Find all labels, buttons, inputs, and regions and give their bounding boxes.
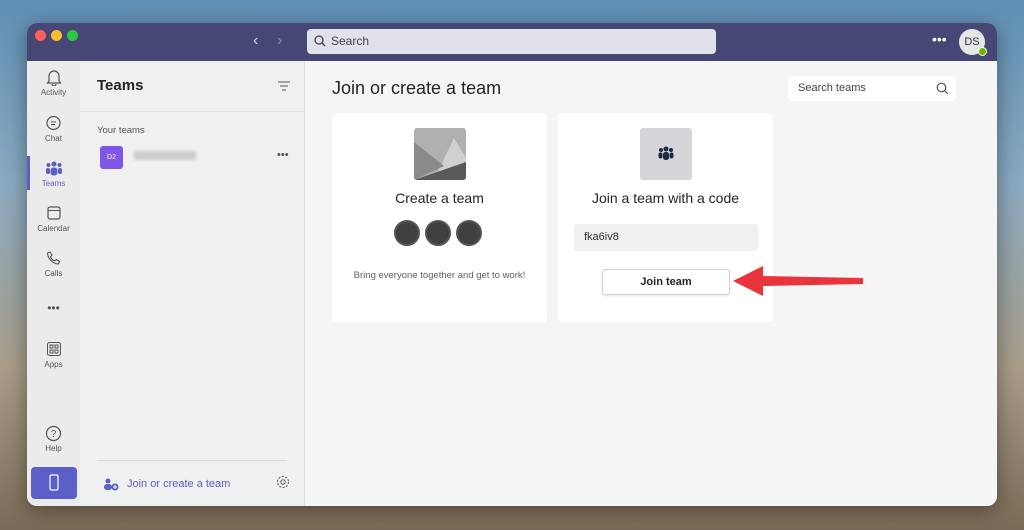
avatar-initials: DS — [964, 36, 980, 48]
card-description: Bring everyone together and get to work! — [353, 270, 526, 281]
rail-item-teams[interactable]: Teams — [27, 156, 80, 190]
create-team-image — [414, 128, 466, 180]
more-options-icon[interactable]: ••• — [932, 31, 947, 47]
card-title: Join a team with a code — [591, 190, 740, 206]
divider — [97, 460, 287, 461]
teams-sidebar: Teams Your teams D2 ••• Join or create a… — [80, 61, 305, 506]
rail-label: Activity — [40, 88, 67, 97]
zoom-window-button[interactable] — [67, 30, 78, 41]
divider — [80, 111, 304, 112]
rail-label: Calendar — [37, 224, 70, 233]
chat-icon — [46, 115, 61, 131]
join-create-team-link[interactable]: Join or create a team — [103, 477, 230, 491]
search-input[interactable]: Search — [307, 29, 716, 54]
team-name-redacted[interactable] — [134, 151, 196, 160]
search-teams-input[interactable]: Search teams — [788, 76, 956, 101]
search-icon — [314, 35, 326, 47]
main-content: Join or create a team Search teams Creat… — [306, 61, 997, 506]
close-window-button[interactable] — [35, 30, 46, 41]
member-avatar — [394, 220, 420, 246]
team-initials: D2 — [107, 154, 116, 161]
create-team-card[interactable]: Create a team Bring everyone together an… — [332, 113, 547, 322]
gear-icon[interactable] — [276, 475, 290, 489]
minimize-window-button[interactable] — [51, 30, 62, 41]
title-bar: ‹ › Search ••• DS — [27, 23, 997, 61]
phone-icon — [46, 251, 60, 265]
rail-item-chat[interactable]: Chat — [27, 115, 80, 143]
rail-item-calls[interactable]: Calls — [27, 250, 80, 278]
member-avatar — [425, 220, 451, 246]
search-placeholder: Search — [331, 34, 370, 48]
rail-label: Calls — [44, 269, 63, 278]
team-avatar[interactable]: D2 — [100, 146, 123, 169]
svg-text:?: ? — [51, 429, 57, 440]
team-more-icon[interactable]: ••• — [277, 149, 289, 161]
rail-item-apps[interactable]: Apps — [27, 341, 80, 369]
forward-icon[interactable]: › — [277, 32, 282, 50]
rail-label: Chat — [45, 134, 62, 143]
member-avatars — [394, 220, 482, 246]
back-icon[interactable]: ‹ — [253, 32, 258, 50]
help-icon: ? — [45, 425, 62, 442]
section-label: Your teams — [97, 125, 145, 136]
rail-item-help[interactable]: ? Help — [27, 425, 80, 453]
page-title: Join or create a team — [332, 78, 502, 98]
search-icon — [936, 82, 949, 95]
sidebar-title: Teams — [97, 77, 144, 94]
mobile-app-button[interactable] — [31, 467, 77, 499]
teams-icon — [45, 161, 62, 176]
red-arrow-annotation — [733, 266, 863, 296]
rail-label: Apps — [44, 360, 63, 369]
member-avatar — [456, 220, 482, 246]
search-teams-placeholder: Search teams — [798, 82, 866, 94]
more-apps-icon[interactable]: ••• — [27, 301, 80, 315]
join-create-label: Join or create a team — [127, 478, 231, 490]
rail-item-activity[interactable]: Activity — [27, 69, 80, 97]
filter-icon[interactable] — [278, 81, 290, 91]
bell-icon — [45, 70, 62, 86]
teams-icon — [658, 146, 674, 160]
app-rail: Activity Chat Teams Calendar Calls ••• A… — [27, 61, 80, 506]
team-code-value: fka6iv8 — [584, 231, 619, 243]
rail-item-calendar[interactable]: Calendar — [27, 205, 80, 233]
calendar-icon — [46, 206, 61, 220]
mobile-icon — [49, 474, 59, 491]
join-team-button[interactable]: Join team — [602, 269, 730, 295]
status-available-icon — [978, 47, 987, 56]
team-code-input[interactable]: fka6iv8 — [574, 224, 758, 251]
card-title: Create a team — [395, 190, 484, 206]
apps-icon — [46, 342, 61, 356]
add-team-icon — [104, 478, 119, 491]
avatar[interactable]: DS — [959, 29, 987, 56]
rail-label: Teams — [41, 179, 66, 188]
rail-label: Help — [45, 444, 62, 453]
join-team-image — [640, 128, 692, 180]
